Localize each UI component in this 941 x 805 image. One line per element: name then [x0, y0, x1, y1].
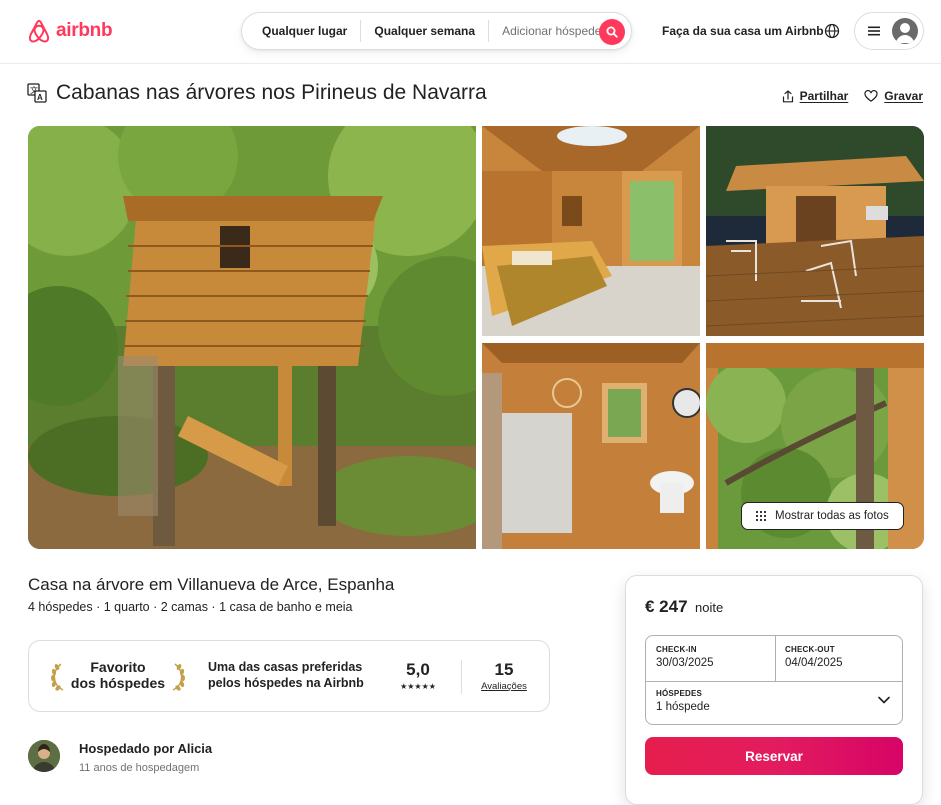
share-label: Partilhar	[799, 89, 849, 103]
top-navbar: airbnb Qualquer lugar Qualquer semana Ad…	[0, 0, 941, 64]
date-guest-picker: CHECK-IN 30/03/2025 CHECK-OUT 04/04/2025…	[645, 635, 903, 725]
guest-favorite-card[interactable]: Favorito dos hóspedes Uma das casas pref…	[28, 640, 550, 712]
photo-deck[interactable]	[706, 126, 924, 336]
checkout-field[interactable]: CHECK-OUT 04/04/2025	[785, 645, 843, 669]
user-menu-button[interactable]	[854, 12, 924, 50]
divider	[775, 636, 776, 681]
price-amount: € 247	[645, 597, 688, 616]
search-bar[interactable]: Qualquer lugar Qualquer semana Adicionar…	[241, 12, 632, 50]
checkin-value: 30/03/2025	[656, 657, 714, 669]
reviews-link[interactable]: Avaliações	[479, 681, 529, 692]
show-all-photos-button[interactable]: Mostrar todas as fotos	[741, 502, 904, 530]
save-label: Gravar	[884, 89, 923, 103]
host-avatar	[28, 740, 60, 772]
photo-bathroom[interactable]	[482, 343, 700, 549]
globe-icon[interactable]	[824, 23, 840, 39]
logo-wordmark: airbnb	[56, 20, 113, 41]
translate-icon: 文 A	[27, 83, 47, 103]
user-avatar-icon	[892, 18, 918, 44]
heart-icon	[864, 90, 878, 102]
photo-bedroom[interactable]	[482, 126, 700, 336]
rating-stars: ★★★★★	[400, 682, 436, 691]
photo-gallery	[28, 126, 924, 549]
show-all-photos-label: Mostrar todas as fotos	[775, 510, 889, 522]
reviews-count: 15	[494, 660, 514, 679]
save-button[interactable]: Gravar	[864, 89, 923, 103]
laurel-left-icon	[51, 663, 64, 691]
reserve-button[interactable]: Reservar	[645, 737, 903, 775]
rating-value: 5,0	[406, 660, 430, 679]
guests-field[interactable]: HÓSPEDES 1 hóspede	[656, 689, 710, 713]
share-button[interactable]: Partilhar	[782, 89, 849, 103]
guest-favorite-line2: dos hóspedes	[70, 675, 166, 691]
host-name: Hospedado por Alicia	[79, 741, 213, 756]
host-years: 11 anos de hospedagem	[79, 762, 200, 774]
checkout-label: CHECK-OUT	[785, 645, 835, 654]
guests-value: 1 hóspede	[656, 701, 710, 713]
listing-subtitle: Casa na árvore em Villanueva de Arce, Es…	[28, 575, 395, 594]
photo-main-treehouse[interactable]	[28, 126, 476, 549]
search-icon	[606, 26, 618, 38]
guest-favorite-line1: Favorito	[90, 659, 146, 675]
checkout-value: 04/04/2025	[785, 657, 843, 669]
search-button[interactable]	[599, 19, 625, 45]
guest-favorite-badge: Favorito dos hóspedes	[69, 659, 167, 691]
booking-card: € 247 noite CHECK-IN 30/03/2025 CHECK-OU…	[625, 575, 923, 805]
checkin-field[interactable]: CHECK-IN 30/03/2025	[656, 645, 714, 669]
airbnb-logo-icon	[28, 19, 50, 43]
guests-label: HÓSPEDES	[656, 689, 703, 698]
divider	[646, 681, 902, 682]
chevron-down-icon[interactable]	[878, 696, 890, 704]
airbnb-logo[interactable]: airbnb	[27, 18, 113, 44]
search-week[interactable]: Qualquer semana	[361, 24, 488, 38]
svg-text:A: A	[37, 93, 43, 102]
hamburger-icon	[868, 26, 880, 36]
divider	[461, 660, 462, 694]
laurel-right-icon	[172, 663, 185, 691]
listing-actions: Partilhar Gravar	[782, 89, 923, 103]
share-icon	[782, 89, 793, 102]
checkin-label: CHECK-IN	[656, 645, 697, 654]
listing-title-row: 文 A Cabanas nas árvores nos Pirineus de …	[27, 80, 923, 110]
price-unit: noite	[695, 600, 724, 615]
become-host-link[interactable]: Faça da sua casa um Airbnb	[662, 24, 824, 38]
search-location[interactable]: Qualquer lugar	[242, 24, 360, 38]
listing-details: 4 hóspedes · 1 quarto · 2 camas · 1 casa…	[28, 600, 353, 614]
page-title: Cabanas nas árvores nos Pirineus de Nava…	[56, 81, 487, 104]
grid-dots-icon	[755, 510, 767, 522]
guest-favorite-description: Uma das casas preferidas pelos hóspedes …	[208, 660, 364, 690]
nightly-price: € 247 noite	[645, 597, 723, 617]
host-info[interactable]: Hospedado por Alicia 11 anos de hospedag…	[28, 740, 548, 780]
